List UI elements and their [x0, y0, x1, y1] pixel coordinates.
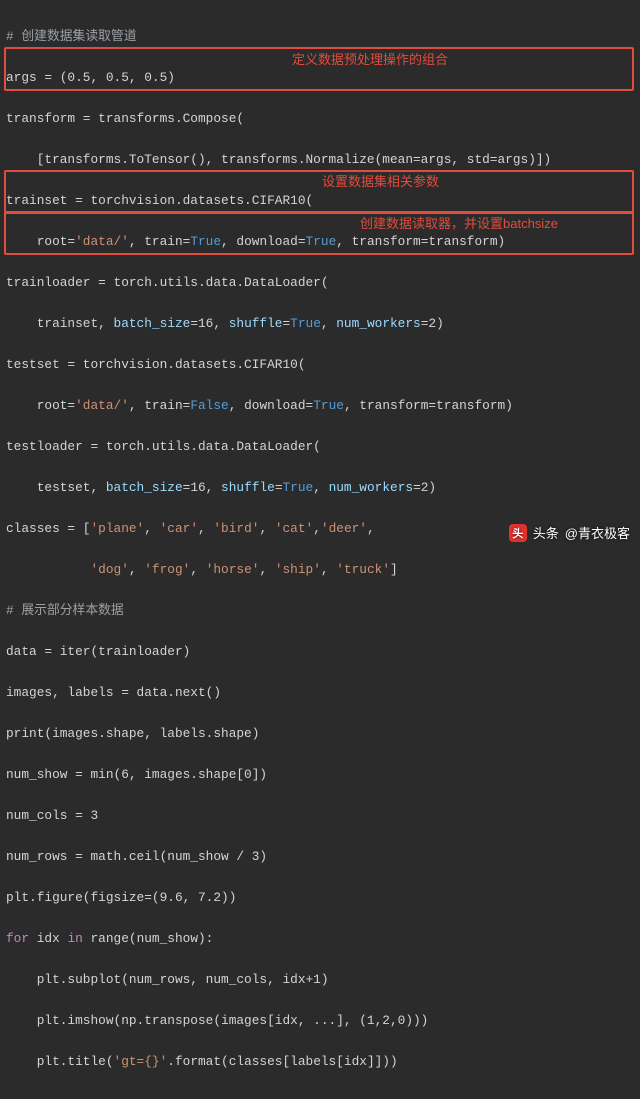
watermark-prefix: 头条: [533, 523, 559, 542]
code-line: num_cols = 3: [6, 808, 98, 823]
watermark-logo-icon: 头: [509, 524, 527, 542]
code-line: testloader = torch.utils.data.DataLoader…: [6, 439, 321, 454]
code-line: testset = torchvision.datasets.CIFAR10(: [6, 357, 306, 372]
code-line: [transforms.ToTensor(), transforms.Norma…: [6, 152, 551, 167]
bool: True: [190, 234, 221, 249]
annotation-label-3: 创建数据读取器，并设置batchsize: [360, 213, 558, 232]
annotation-label-1: 定义数据预处理操作的组合: [292, 49, 448, 68]
code-line: plt.figure(figsize=(9.6, 7.2)): [6, 890, 236, 905]
comment: # 创建数据集读取管道: [6, 29, 137, 44]
code-line: 'dog', 'frog', 'horse', 'ship', 'truck']: [6, 562, 398, 577]
keyword-for: for: [6, 931, 29, 946]
code-line: data = iter(trainloader): [6, 644, 190, 659]
code-line: plt.subplot(num_rows, num_cols, idx+1): [6, 972, 329, 987]
code-line: root=: [6, 234, 75, 249]
code-line: num_rows = math.ceil(num_show / 3): [6, 849, 267, 864]
code-line: trainloader = torch.utils.data.DataLoade…: [6, 275, 329, 290]
code-line: transform = transforms.Compose(: [6, 111, 244, 126]
code-line: args = (0.5, 0.5, 0.5): [6, 70, 175, 85]
code-editor: # 创建数据集读取管道 args = (0.5, 0.5, 0.5) trans…: [0, 0, 640, 1099]
comment: # 展示部分样本数据: [6, 603, 124, 618]
keyword-in: in: [67, 931, 82, 946]
code-line: plt.title(: [6, 1054, 114, 1069]
string: 'data/': [75, 234, 129, 249]
code-line: print(images.shape, labels.shape): [6, 726, 259, 741]
kwarg: batch_size: [114, 316, 191, 331]
code-line: images, labels = data.next(): [6, 685, 221, 700]
code-line: classes = ['plane', 'car', 'bird', 'cat'…: [6, 521, 375, 536]
code-line: trainset = torchvision.datasets.CIFAR10(: [6, 193, 313, 208]
annotation-label-2: 设置数据集相关参数: [322, 171, 439, 190]
code-line: num_show = min(6, images.shape[0]): [6, 767, 267, 782]
watermark-handle: @青衣极客: [565, 523, 630, 542]
code-line: plt.imshow(np.transpose(images[idx, ...]…: [6, 1013, 428, 1028]
watermark: 头 头条 @青衣极客: [509, 523, 630, 542]
